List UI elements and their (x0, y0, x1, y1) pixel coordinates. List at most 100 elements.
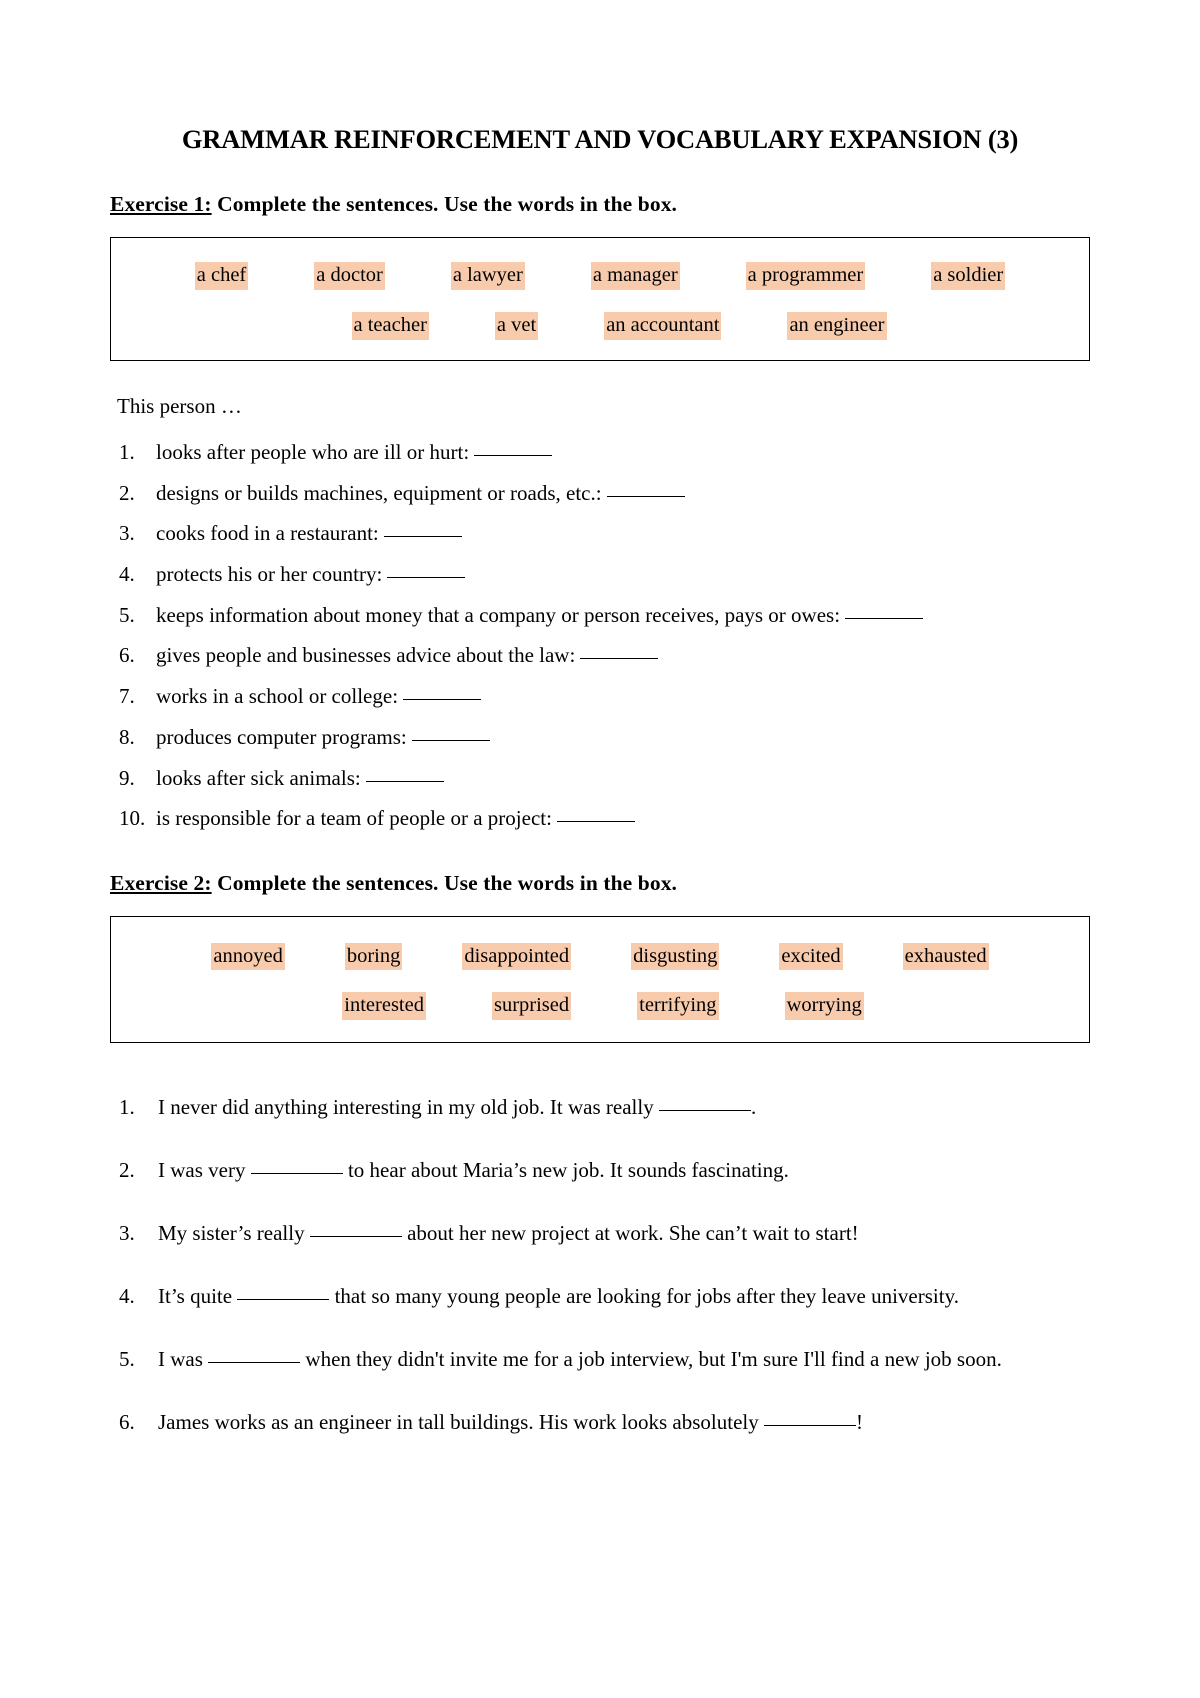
word-chip: disgusting (631, 942, 720, 971)
exercise-2-heading: Exercise 2: Complete the sentences. Use … (110, 833, 1090, 897)
item-number: 3. (119, 521, 135, 546)
list-item: 5. I was when they didn't invite me for … (110, 1342, 1090, 1376)
item-number: 7. (119, 684, 135, 709)
list-item: 8. produces computer programs: (110, 724, 1090, 752)
word-chip: interested (342, 992, 426, 1021)
answer-blank[interactable] (411, 739, 490, 741)
item-text: protects his or her country: (156, 561, 383, 586)
exercise-2-instruction: Complete the sentences. Use the words in… (211, 871, 678, 895)
word-chip: a manager (590, 262, 680, 290)
item-number: 6. (119, 643, 135, 668)
list-item: 5. keeps information about money that a c… (110, 602, 1090, 630)
list-item: 1. looks after people who are ill or hurt… (110, 439, 1090, 467)
word-chip: excited (779, 942, 843, 971)
item-text: looks after sick animals: (156, 765, 361, 790)
answer-blank[interactable] (556, 821, 635, 823)
exercise-1-question-list: 1. looks after people who are ill or hurt… (110, 420, 1090, 833)
page-title: GRAMMAR REINFORCEMENT AND VOCABULARY EXP… (181, 124, 1019, 154)
item-text: gives people and businesses advice about… (156, 643, 576, 668)
item-number: 1. (119, 1095, 135, 1120)
word-chip: surprised (491, 992, 572, 1021)
item-number: 4. (119, 561, 135, 586)
item-number: 2. (119, 1158, 135, 1183)
item-number: 4. (119, 1284, 135, 1309)
answer-blank[interactable] (208, 1362, 301, 1364)
word-chip: a teacher (351, 311, 429, 340)
item-text-before: I never did anything interesting in my o… (158, 1095, 659, 1120)
item-text: produces computer programs: (156, 724, 407, 749)
item-text-after: that so many young people are looking fo… (329, 1284, 959, 1309)
list-item: 3. cooks food in a restaurant: (110, 520, 1090, 548)
item-text: keeps information about money that a com… (156, 602, 841, 627)
worksheet-page: GRAMMAR REINFORCEMENT AND VOCABULARY EXP… (0, 0, 1200, 1698)
item-text-before: James works as an engineer in tall build… (158, 1410, 764, 1435)
item-text-after: . (750, 1095, 757, 1120)
item-text-before: I was (158, 1347, 209, 1372)
item-text: cooks food in a restaurant: (156, 521, 379, 546)
word-chip: an engineer (787, 311, 887, 340)
exercise-1-word-box: a chef a doctor a lawyer a manager a pro… (110, 237, 1090, 361)
word-chip: a soldier (931, 262, 1006, 290)
answer-blank[interactable] (658, 1110, 751, 1112)
word-chip: worrying (784, 992, 864, 1021)
item-number: 5. (119, 602, 135, 627)
list-item: 9. looks after sick animals: (110, 765, 1090, 793)
item-number: 5. (119, 1347, 135, 1372)
word-chip: boring (344, 942, 403, 971)
list-item: 2. I was very to hear about Maria’s new … (110, 1153, 1090, 1187)
item-text-before: It’s quite (158, 1284, 238, 1309)
word-chip: an accountant (604, 311, 722, 340)
list-item: 6. James works as an engineer in tall bui… (110, 1405, 1090, 1439)
list-item: 3. My sister’s really about her new proje… (110, 1216, 1090, 1250)
answer-blank[interactable] (764, 1425, 856, 1427)
answer-blank[interactable] (309, 1236, 402, 1238)
item-text-before: I was very (158, 1158, 251, 1183)
item-text: designs or builds machines, equipment or… (156, 480, 602, 505)
exercise-1-word-row-1: a chef a doctor a lawyer a manager a pro… (111, 262, 1089, 312)
answer-blank[interactable] (237, 1299, 330, 1301)
list-item: 1. I never did anything interesting in my… (110, 1090, 1090, 1124)
item-text-after: ! (856, 1410, 863, 1435)
item-text: looks after people who are ill or hurt: (156, 439, 470, 464)
list-item: 2. designs or builds machines, equipment … (110, 480, 1090, 508)
exercise-1-label: Exercise 1: (110, 192, 212, 217)
answer-blank[interactable] (387, 576, 466, 578)
word-chip: terrifying (637, 992, 719, 1021)
item-number: 6. (119, 1410, 135, 1435)
item-text: is responsible for a team of people or a… (156, 806, 552, 831)
item-number: 10. (119, 806, 146, 831)
exercise-1-word-row-2: a teacher a vet an accountant an enginee… (111, 311, 1089, 340)
item-text: works in a school or college: (156, 684, 399, 709)
word-chip: a lawyer (450, 262, 525, 290)
item-text-after: when they didn't invite me for a job int… (300, 1347, 1002, 1372)
word-chip: a vet (494, 311, 539, 340)
exercise-2-word-row-1: annoyed boring disappointed disgusting e… (111, 942, 1089, 993)
answer-blank[interactable] (845, 617, 924, 619)
answer-blank[interactable] (474, 454, 553, 456)
item-text-after: about her new project at work. She can’t… (401, 1221, 859, 1246)
word-chip: exhausted (902, 942, 989, 971)
answer-blank[interactable] (403, 699, 482, 701)
item-number: 1. (119, 439, 135, 464)
word-chip: annoyed (211, 942, 285, 971)
item-number: 9. (119, 765, 135, 790)
exercise-2-word-row-2: interested surprised terrifying worrying (111, 992, 1089, 1021)
exercise-2-question-list: 1. I never did anything interesting in my… (110, 1043, 1090, 1439)
answer-blank[interactable] (383, 536, 462, 538)
item-number: 3. (119, 1221, 135, 1246)
answer-blank[interactable] (250, 1173, 343, 1175)
answer-blank[interactable] (365, 780, 444, 782)
item-number: 8. (119, 724, 135, 749)
item-text-after: to hear about Maria’s new job. It sounds… (342, 1158, 789, 1183)
exercise-1-heading: Exercise 1: Complete the sentences. Use … (110, 154, 1090, 218)
exercise-1-instruction: Complete the sentences. Use the words in… (211, 192, 678, 217)
exercise-2-label: Exercise 2: (110, 871, 212, 895)
item-text-before: My sister’s really (158, 1221, 310, 1246)
answer-blank[interactable] (580, 658, 659, 660)
list-item: 4. It’s quite that so many young people a… (110, 1279, 1090, 1313)
word-chip: a chef (194, 262, 249, 290)
item-number: 2. (119, 480, 135, 505)
list-item: 7. works in a school or college: (110, 683, 1090, 711)
answer-blank[interactable] (606, 495, 685, 497)
word-chip: disappointed (462, 942, 572, 971)
